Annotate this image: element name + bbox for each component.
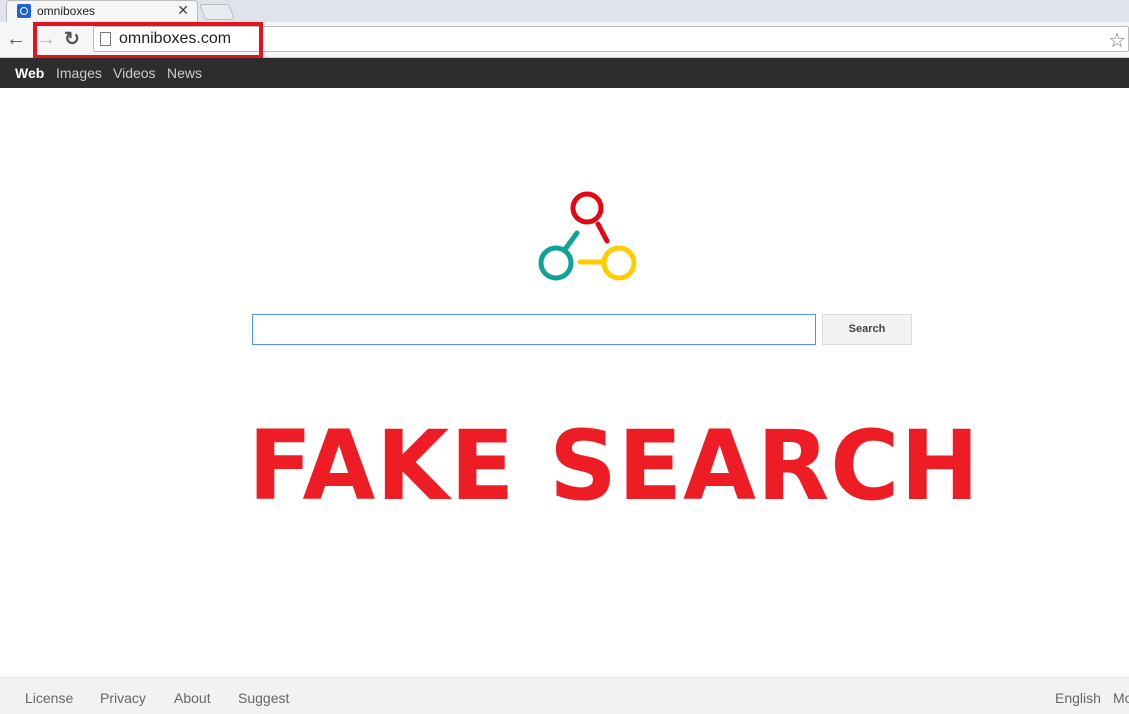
back-icon[interactable]: ← [6,28,26,51]
footer-privacy[interactable]: Privacy [100,690,146,706]
footer-more[interactable]: Mo [1113,690,1129,706]
new-tab-button[interactable] [199,4,235,20]
footer-about[interactable]: About [174,690,211,706]
bookmark-star-icon[interactable]: ☆ [1108,28,1126,53]
nav-videos[interactable]: Videos [113,65,156,81]
address-highlight-box [33,22,263,59]
nav-images[interactable]: Images [56,65,102,81]
footer-english[interactable]: English [1055,690,1101,706]
nav-news[interactable]: News [167,65,202,81]
footer-license[interactable]: License [25,690,73,706]
favicon-icon [17,4,31,18]
footer: License Privacy About Suggest English Mo [0,677,1129,714]
omniboxes-logo [538,191,637,281]
tab-title: omniboxes [37,4,96,18]
search-button[interactable]: Search [822,314,912,345]
top-nav: Web Images Videos News [0,58,1129,88]
close-tab-icon[interactable]: ✕ [177,2,189,19]
browser-tab[interactable]: omniboxes ✕ [6,0,198,22]
nav-web[interactable]: Web [15,65,44,81]
search-input[interactable] [252,314,816,345]
tab-strip: omniboxes ✕ [0,0,1129,22]
fake-search-banner: FAKE SEARCH [248,410,981,522]
footer-suggest[interactable]: Suggest [238,690,289,706]
